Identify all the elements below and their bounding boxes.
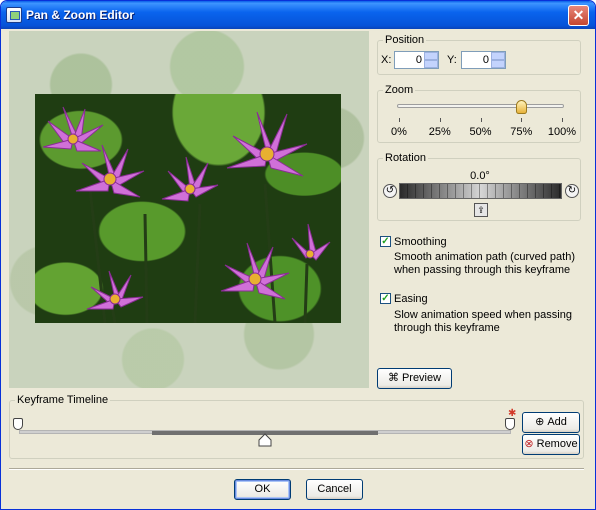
reset-rotation-icon[interactable]: ⇪ [474,203,488,217]
smoothing-description-line2: when passing through this keyframe [394,264,571,276]
zoom-slider-thumb[interactable] [516,100,528,114]
footer-divider [9,468,584,470]
preview-button-label: Preview [401,372,442,384]
playhead-marker[interactable] [258,433,272,447]
x-increment-icon[interactable] [424,52,438,60]
close-icon[interactable]: ✕ [568,5,589,26]
zoom-tick-label: 75% [510,126,533,138]
zoom-tick [399,118,400,122]
x-position-value: 0 [415,54,422,66]
water-lily-photo [42,106,331,323]
zoom-tick-label: 50% [469,126,492,138]
easing-checkbox[interactable]: ✓ [380,293,391,304]
start-keyframe-marker[interactable] [13,418,23,430]
add-keyframe-label: Add [547,416,567,428]
window-title: Pan & Zoom Editor [26,8,134,22]
easing-label[interactable]: Easing [394,293,428,305]
easing-description-line1: Slow animation speed when passing [394,309,572,321]
add-keyframe-button[interactable]: ⊕ Add [522,412,580,433]
zoom-tick-label: 100% [547,126,577,138]
zoom-tick-label: 0% [391,126,407,138]
cancel-button[interactable]: Cancel [306,479,363,500]
title-bar: Pan & Zoom Editor ✕ [1,1,595,29]
zoom-tick-label: 25% [428,126,451,138]
y-position-value: 0 [482,54,489,66]
smoothing-description-line1: Smooth animation path (curved path) [394,251,575,263]
remove-keyframe-icon: ⊗ [524,438,534,450]
easing-description-line2: through this keyframe [394,322,500,334]
y-decrement-icon[interactable] [491,60,505,68]
remove-keyframe-label: Remove [536,438,578,450]
smoothing-checkbox[interactable]: ✓ [380,236,391,247]
ok-button[interactable]: OK [234,479,291,500]
remove-keyframe-button[interactable]: ⊗ Remove [522,434,580,455]
y-position-spinner[interactable]: 0 [461,51,506,69]
zoom-tick [480,118,482,122]
rotation-dial[interactable] [399,183,562,199]
zoom-tick [562,118,563,122]
y-increment-icon[interactable] [491,52,505,60]
app-icon [6,7,22,23]
y-label: Y: [447,54,457,66]
rotation-value: 0.0° [470,170,490,182]
x-label: X: [381,54,392,66]
zoom-group-title: Zoom [383,84,416,96]
smoothing-label[interactable]: Smoothing [394,236,447,248]
position-group-title: Position [383,34,427,46]
preview-canvas[interactable] [9,31,369,388]
zoom-slider-track[interactable] [397,104,564,108]
rotate-cw-icon[interactable]: ↻ [565,184,579,198]
zoom-tick [439,118,441,122]
pan-zoom-editor-window: Pan & Zoom Editor ✕ Position X: 0 Y: 0 Z… [0,0,596,510]
selected-keyframe-star-icon: ✱ [508,408,517,419]
rotation-group-title: Rotation [383,152,428,164]
x-position-spinner[interactable]: 0 [394,51,439,69]
preview-button[interactable]: ⌘ Preview [377,368,452,389]
add-keyframe-icon: ⊕ [535,416,545,428]
rotate-ccw-icon[interactable]: ↺ [383,184,397,198]
end-keyframe-marker[interactable] [505,418,515,430]
zoom-tick [521,118,523,122]
x-decrement-icon[interactable] [424,60,438,68]
zoom-frame-image[interactable] [35,94,341,323]
binoculars-icon: ⌘ [387,372,399,384]
keyframe-timeline-title: Keyframe Timeline [15,394,111,406]
